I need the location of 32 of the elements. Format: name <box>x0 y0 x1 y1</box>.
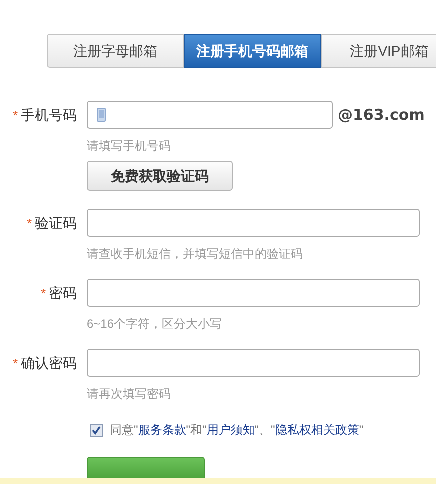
field-label: 确认密码 <box>21 354 77 372</box>
agreement-text: "、" <box>254 422 276 439</box>
hint-text: 请再次填写密码 <box>87 387 171 401</box>
field-label: 密码 <box>49 284 77 302</box>
hint-text: 6~16个字符，区分大小写 <box>87 317 222 331</box>
policy-link[interactable]: 隐私权相关政策 <box>275 421 360 439</box>
hint-text: 请填写手机号码 <box>87 139 171 153</box>
tab[interactable]: 注册VIP邮箱 <box>321 34 436 68</box>
field-label: 验证码 <box>35 214 77 232</box>
hint-text: 请查收手机短信，并填写短信中的验证码 <box>87 247 303 261</box>
agreement-text: "和" <box>186 422 207 439</box>
tab[interactable]: 注册手机号码邮箱 <box>184 34 321 68</box>
check-icon <box>92 426 101 434</box>
required-asterisk: * <box>26 216 32 230</box>
policy-link[interactable]: 用户须知 <box>206 421 255 439</box>
agreement-text: " <box>359 422 364 439</box>
agreement-text: 同意" <box>110 422 138 439</box>
phone-field[interactable] <box>87 101 333 129</box>
get-code-button[interactable]: 免费获取验证码 <box>87 161 233 191</box>
input-field[interactable] <box>87 279 420 307</box>
required-asterisk: * <box>40 286 46 300</box>
agree-checkbox[interactable] <box>90 424 103 436</box>
input-field[interactable] <box>87 209 420 237</box>
domain-suffix: @163.com <box>338 104 425 126</box>
register-button[interactable] <box>87 457 205 478</box>
required-asterisk: * <box>12 356 18 370</box>
tab[interactable]: 注册字母邮箱 <box>47 34 184 68</box>
input-field[interactable] <box>87 349 420 377</box>
phone-icon <box>97 108 106 122</box>
policy-link[interactable]: 服务条款 <box>138 421 186 439</box>
field-label: 手机号码 <box>21 106 77 124</box>
required-asterisk: * <box>12 108 18 122</box>
